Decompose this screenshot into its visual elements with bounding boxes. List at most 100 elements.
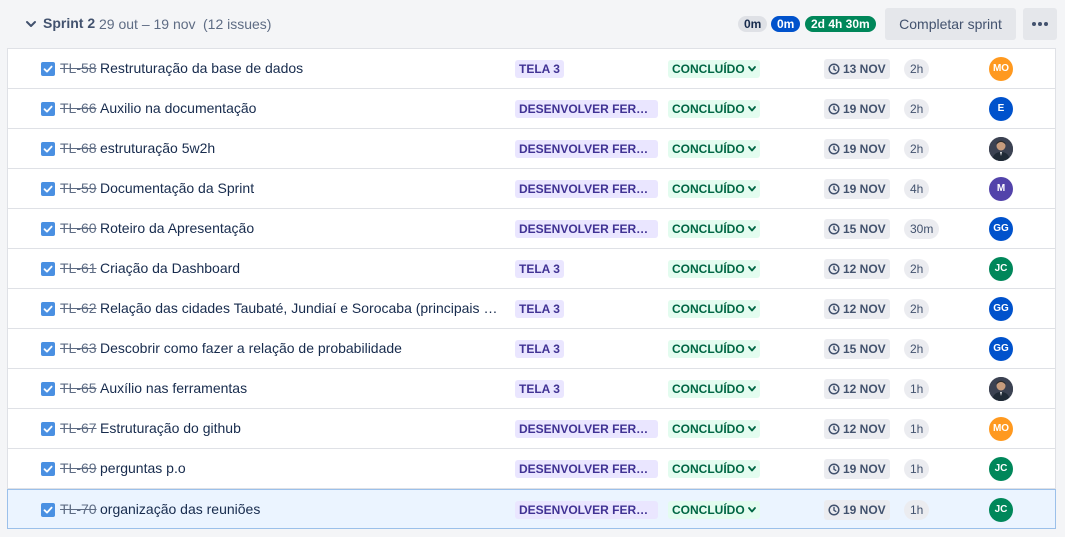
- issue-key[interactable]: TL-69: [60, 460, 97, 476]
- issue-key[interactable]: TL-67: [60, 420, 97, 436]
- due-date-badge: 19 NOV: [824, 500, 890, 520]
- issue-summary[interactable]: Relação das cidades Taubaté, Jundiaí e S…: [100, 300, 504, 316]
- issue-summary[interactable]: Auxílio nas ferramentas: [100, 380, 504, 396]
- issue-row[interactable]: TL-63 Descobrir como fazer a relação de p…: [8, 329, 1055, 369]
- sprint-header: Sprint 2 29 out – 19 nov (12 issues) 0m …: [0, 0, 1065, 48]
- due-date-text: 15 NOV: [843, 222, 886, 236]
- status-dropdown[interactable]: CONCLUÍDO: [668, 340, 760, 358]
- assignee-avatar[interactable]: E: [989, 97, 1013, 121]
- issue-summary[interactable]: Restruturação da base de dados: [100, 60, 504, 76]
- epic-label[interactable]: DESENVOLVER FERRAM...: [515, 140, 658, 158]
- epic-label[interactable]: DESENVOLVER FERRAM...: [515, 501, 658, 519]
- issue-row[interactable]: TL-66 Auxilio na documentação DESENVOLVER …: [8, 89, 1055, 129]
- due-date-text: 13 NOV: [843, 62, 886, 76]
- issue-summary[interactable]: Documentação da Sprint: [100, 180, 504, 196]
- sprint-title[interactable]: Sprint 2: [43, 15, 95, 31]
- issue-row[interactable]: TL-68estruturação 5w2h DESENVOLVER FERRAM…: [8, 129, 1055, 169]
- due-date-text: 19 NOV: [843, 142, 886, 156]
- assignee-avatar[interactable]: JC: [989, 257, 1013, 281]
- assignee-avatar[interactable]: MO: [989, 417, 1013, 441]
- due-date-text: 12 NOV: [843, 302, 886, 316]
- issue-row[interactable]: TL-59 Documentação da Sprint DESENVOLVER F…: [8, 169, 1055, 209]
- issue-summary[interactable]: Auxilio na documentação: [100, 100, 504, 116]
- issue-row[interactable]: TL-62 Relação das cidades Taubaté, Jundia…: [8, 289, 1055, 329]
- epic-label[interactable]: TELA 3: [515, 260, 564, 278]
- status-dropdown[interactable]: CONCLUÍDO: [668, 220, 760, 238]
- status-label: CONCLUÍDO: [672, 182, 745, 196]
- epic-label[interactable]: DESENVOLVER FERRAM...: [515, 100, 658, 118]
- issue-summary[interactable]: Criação da Dashboard: [100, 260, 504, 276]
- assignee-avatar[interactable]: GG: [989, 217, 1013, 241]
- issue-row[interactable]: TL-58 Restruturação da base de dados TELA …: [8, 49, 1055, 89]
- status-dropdown[interactable]: CONCLUÍDO: [668, 380, 760, 398]
- issue-key[interactable]: TL-60: [60, 220, 97, 236]
- assignee-avatar[interactable]: GG: [989, 297, 1013, 321]
- status-dropdown[interactable]: CONCLUÍDO: [668, 140, 760, 158]
- issue-summary[interactable]: estruturação 5w2h: [100, 140, 504, 156]
- issue-key[interactable]: TL-58: [60, 60, 97, 76]
- issue-key[interactable]: TL-59: [60, 180, 97, 196]
- assignee-avatar[interactable]: JC: [989, 498, 1013, 522]
- issue-row[interactable]: TL-67 Estruturação do github DESENVOLVER F…: [8, 409, 1055, 449]
- estimate-badge: 2h: [904, 99, 930, 119]
- issue-summary[interactable]: Descobrir como fazer a relação de probab…: [100, 340, 504, 356]
- status-dropdown[interactable]: CONCLUÍDO: [668, 260, 760, 278]
- clock-icon: [828, 263, 840, 275]
- status-dropdown[interactable]: CONCLUÍDO: [668, 100, 760, 118]
- story-type-checkbox-icon: [41, 503, 55, 517]
- issue-row[interactable]: TL-65 Auxílio nas ferramentas TELA 3 CONCLU…: [8, 369, 1055, 409]
- epic-label[interactable]: DESENVOLVER FERRAM...: [515, 220, 658, 238]
- epic-label[interactable]: DESENVOLVER FERRAM...: [515, 180, 658, 198]
- issue-row[interactable]: TL-60 Roteiro da Apresentação DESENVOLVER …: [8, 209, 1055, 249]
- assignee-avatar[interactable]: M: [989, 177, 1013, 201]
- issue-key[interactable]: TL-61: [60, 260, 97, 276]
- issue-summary[interactable]: perguntas p.o: [100, 460, 504, 476]
- chevron-down-icon: [747, 266, 756, 272]
- status-dropdown[interactable]: CONCLUÍDO: [668, 180, 760, 198]
- epic-label[interactable]: TELA 3: [515, 300, 564, 318]
- complete-sprint-button[interactable]: Completar sprint: [885, 8, 1016, 40]
- issue-row[interactable]: TL-69perguntas p.o DESENVOLVER FERRAM... C…: [8, 449, 1055, 489]
- epic-label[interactable]: TELA 3: [515, 60, 564, 78]
- story-type-checkbox-icon: [41, 422, 55, 436]
- assignee-avatar[interactable]: [989, 137, 1013, 161]
- assignee-avatar[interactable]: [989, 377, 1013, 401]
- status-label: CONCLUÍDO: [672, 262, 745, 276]
- issue-key[interactable]: TL-62: [60, 300, 97, 316]
- estimate-badge: 1h: [904, 379, 930, 399]
- story-type-checkbox-icon: [41, 382, 55, 396]
- issue-key[interactable]: TL-65: [60, 380, 97, 396]
- status-dropdown[interactable]: CONCLUÍDO: [668, 60, 760, 78]
- status-label: CONCLUÍDO: [672, 503, 745, 517]
- chevron-down-icon[interactable]: [24, 17, 38, 31]
- in-progress-estimate-badge: 0m: [771, 16, 801, 32]
- more-horizontal-icon[interactable]: [1023, 8, 1057, 40]
- status-dropdown[interactable]: CONCLUÍDO: [668, 300, 760, 318]
- done-estimate-badge: 2d 4h 30m: [805, 16, 876, 32]
- epic-label[interactable]: TELA 3: [515, 380, 564, 398]
- issue-summary[interactable]: organização das reuniões: [100, 501, 504, 517]
- assignee-avatar[interactable]: JC: [989, 457, 1013, 481]
- issue-summary[interactable]: Roteiro da Apresentação: [100, 220, 504, 236]
- issue-key[interactable]: TL-66: [60, 100, 97, 116]
- issue-key[interactable]: TL-63: [60, 340, 97, 356]
- status-dropdown[interactable]: CONCLUÍDO: [668, 460, 760, 478]
- epic-label[interactable]: TELA 3: [515, 340, 564, 358]
- status-dropdown[interactable]: CONCLUÍDO: [668, 420, 760, 438]
- clock-icon: [828, 463, 840, 475]
- due-date-text: 12 NOV: [843, 262, 886, 276]
- epic-label[interactable]: DESENVOLVER FERRAM...: [515, 420, 658, 438]
- issue-key[interactable]: TL-70: [60, 501, 97, 517]
- assignee-avatar[interactable]: GG: [989, 337, 1013, 361]
- assignee-avatar[interactable]: MO: [989, 57, 1013, 81]
- due-date-text: 19 NOV: [843, 462, 886, 476]
- chevron-down-icon: [747, 106, 756, 112]
- user-photo-icon: [989, 137, 1013, 161]
- status-dropdown[interactable]: CONCLUÍDO: [668, 501, 760, 519]
- issue-key[interactable]: TL-68: [60, 140, 97, 156]
- issue-summary[interactable]: Estruturação do github: [100, 420, 504, 436]
- issue-row[interactable]: TL-70 organização das reuniões DESENVOLVER…: [7, 489, 1056, 529]
- epic-label[interactable]: DESENVOLVER FERRAM...: [515, 460, 658, 478]
- issue-row[interactable]: TL-61 Criação da Dashboard TELA 3 CONCLUÍDO…: [8, 249, 1055, 289]
- sprint-issue-count: (12 issues): [203, 16, 272, 32]
